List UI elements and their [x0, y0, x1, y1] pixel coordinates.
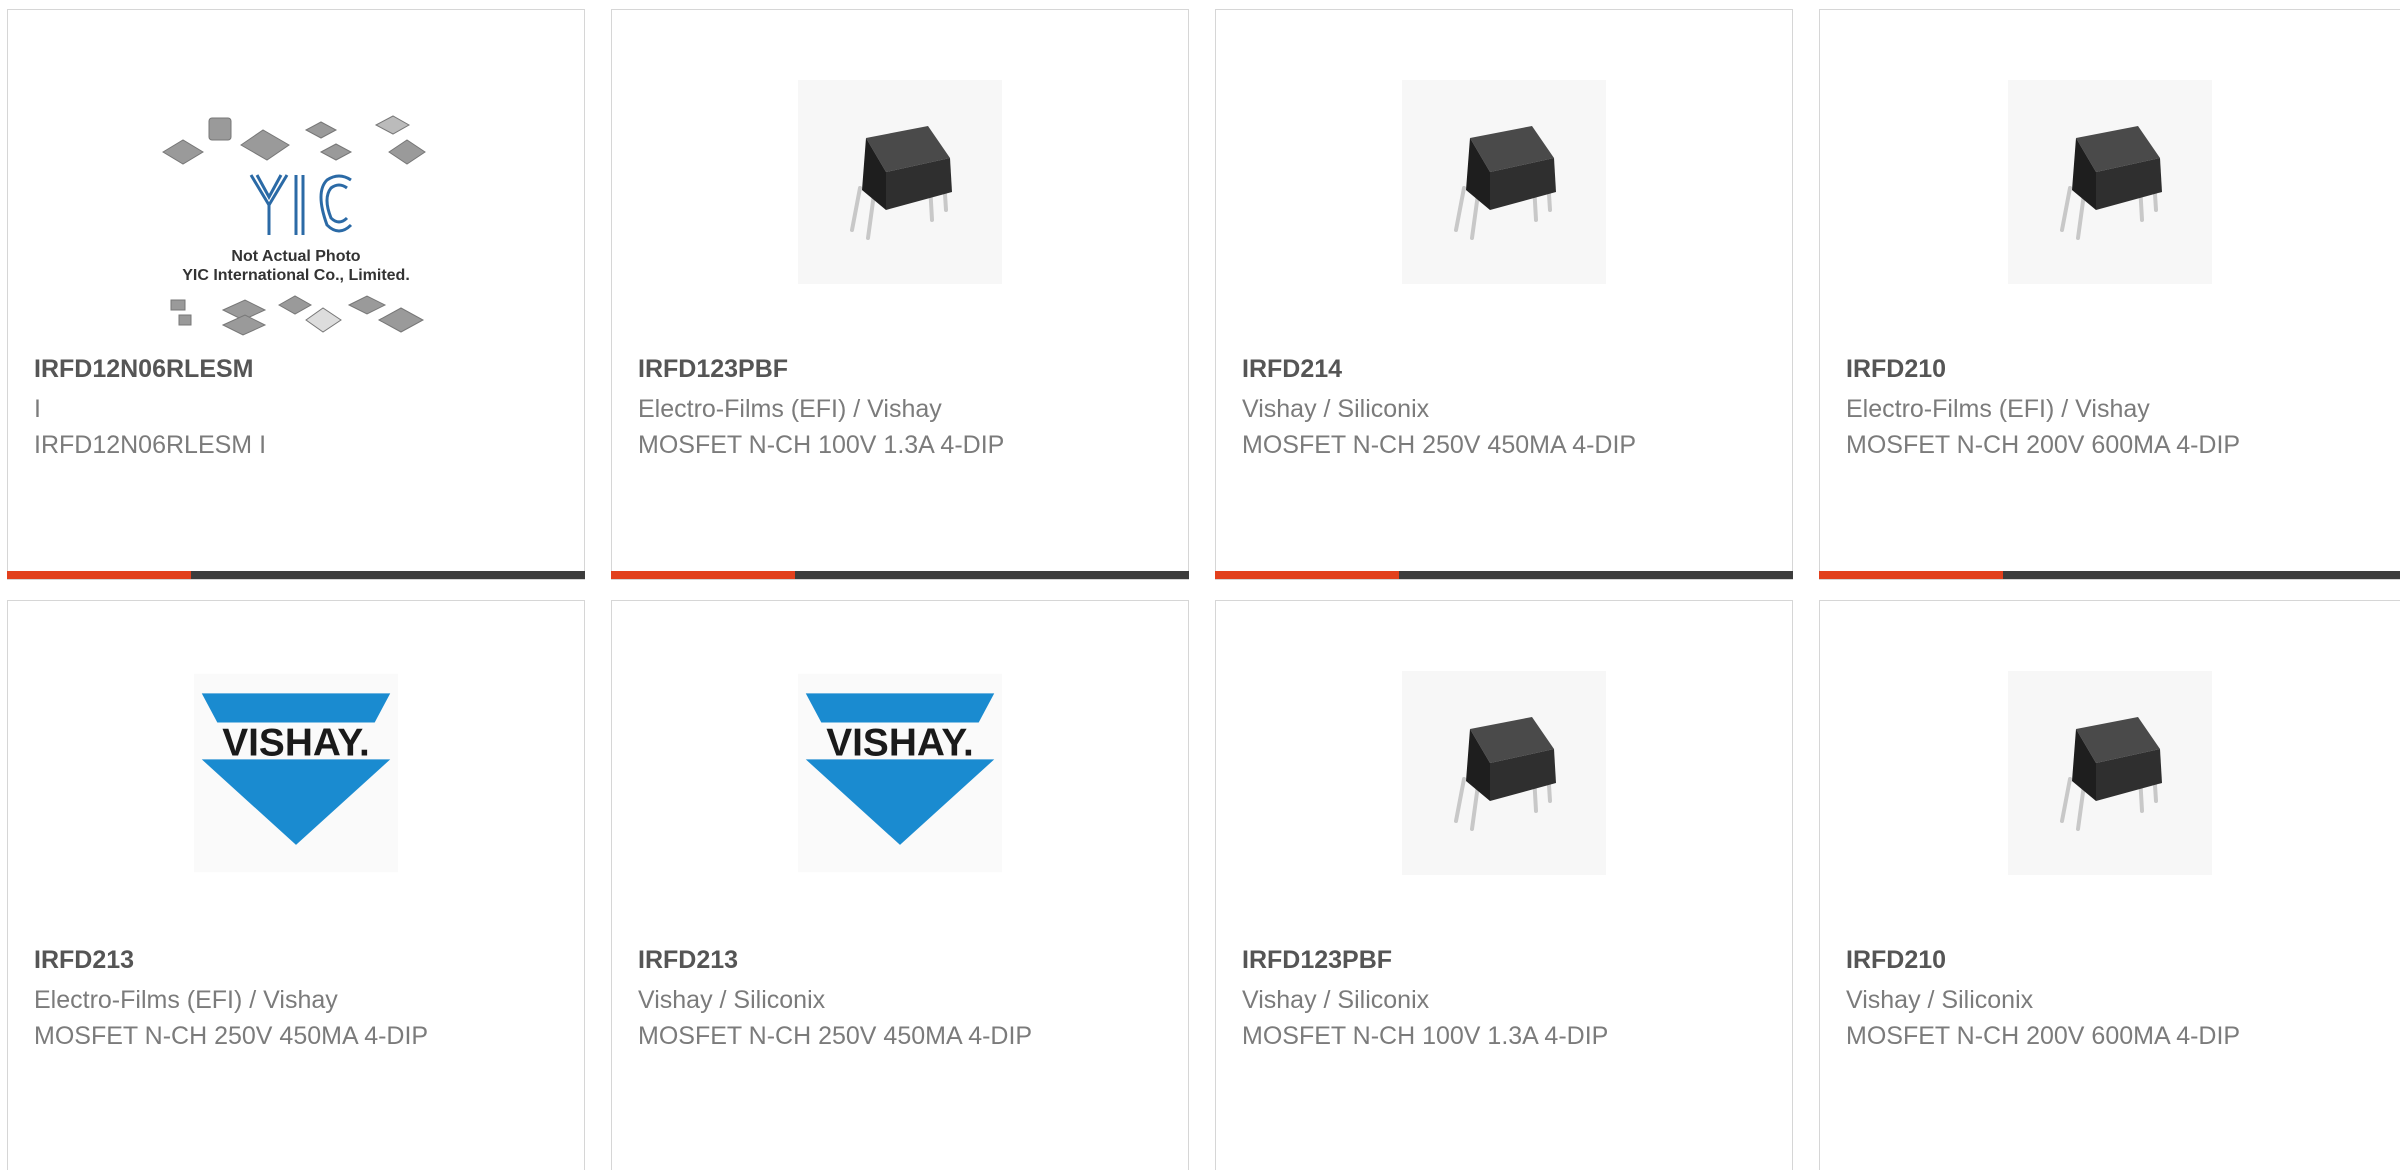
- product-card[interactable]: IRFD210 Electro-Films (EFI) / Vishay MOS…: [1819, 9, 2400, 580]
- product-card[interactable]: VISHAY. IRFD213 Vishay / Siliconix MOSFE…: [611, 600, 1189, 1170]
- description: MOSFET N-CH 200V 600MA 4-DIP: [1846, 431, 2241, 459]
- part-number[interactable]: IRFD214: [1242, 355, 1342, 384]
- product-image[interactable]: [1402, 80, 1606, 284]
- description: IRFD12N06RLESM I: [34, 431, 267, 459]
- manufacturer: Electro-Films (EFI) / Vishay: [34, 986, 338, 1014]
- product-image[interactable]: Not Actual Photo YIC International Co., …: [151, 100, 441, 350]
- dip-package-icon: [1402, 80, 1606, 284]
- product-card[interactable]: VISHAY. IRFD213 Electro-Films (EFI) / Vi…: [7, 600, 585, 1170]
- svg-text:Not Actual Photo: Not Actual Photo: [231, 248, 360, 265]
- card-bar: [7, 571, 585, 579]
- svg-text:YIC International Co., Limited: YIC International Co., Limited.: [182, 267, 410, 284]
- description: MOSFET N-CH 250V 450MA 4-DIP: [1242, 431, 1637, 459]
- card-bar-accent: [611, 571, 795, 579]
- manufacturer: Electro-Films (EFI) / Vishay: [638, 395, 942, 423]
- product-image[interactable]: [2008, 671, 2212, 875]
- product-image[interactable]: [798, 80, 1002, 284]
- dip-package-icon: [798, 80, 1002, 284]
- not-actual-photo-icon: Not Actual Photo YIC International Co., …: [162, 115, 426, 336]
- dip-package-icon: [1402, 671, 1606, 875]
- card-bar: [611, 571, 1189, 579]
- part-number[interactable]: IRFD210: [1846, 946, 1946, 975]
- svg-text:VISHAY.: VISHAY.: [826, 722, 974, 765]
- product-card[interactable]: IRFD214 Vishay / Siliconix MOSFET N-CH 2…: [1215, 9, 1793, 580]
- dip-package-icon: [2008, 80, 2212, 284]
- manufacturer: I: [34, 395, 41, 423]
- svg-text:VISHAY.: VISHAY.: [222, 722, 370, 765]
- manufacturer: Vishay / Siliconix: [638, 986, 826, 1014]
- part-number[interactable]: IRFD123PBF: [638, 355, 788, 384]
- part-number[interactable]: IRFD213: [638, 946, 738, 975]
- product-card[interactable]: Not Actual Photo YIC International Co., …: [7, 9, 585, 580]
- dip-package-icon: [2008, 671, 2212, 875]
- product-card[interactable]: IRFD210 Vishay / Siliconix MOSFET N-CH 2…: [1819, 600, 2400, 1170]
- description: MOSFET N-CH 100V 1.3A 4-DIP: [638, 431, 1005, 459]
- manufacturer: Vishay / Siliconix: [1242, 986, 1430, 1014]
- product-image[interactable]: VISHAY.: [194, 671, 398, 875]
- card-bar-accent: [1819, 571, 2003, 579]
- manufacturer: Vishay / Siliconix: [1242, 395, 1430, 423]
- manufacturer: Vishay / Siliconix: [1846, 986, 2034, 1014]
- description: MOSFET N-CH 100V 1.3A 4-DIP: [1242, 1022, 1609, 1050]
- product-card[interactable]: IRFD123PBF Vishay / Siliconix MOSFET N-C…: [1215, 600, 1793, 1170]
- product-image[interactable]: [1402, 671, 1606, 875]
- description: MOSFET N-CH 250V 450MA 4-DIP: [34, 1022, 429, 1050]
- product-image[interactable]: [2008, 80, 2212, 284]
- description: MOSFET N-CH 200V 600MA 4-DIP: [1846, 1022, 2241, 1050]
- product-image[interactable]: VISHAY.: [798, 671, 1002, 875]
- part-number[interactable]: IRFD123PBF: [1242, 946, 1392, 975]
- card-bar-accent: [7, 571, 191, 579]
- part-number[interactable]: IRFD12N06RLESM: [34, 355, 254, 384]
- vishay-logo-icon: VISHAY.: [798, 673, 1002, 873]
- description: MOSFET N-CH 250V 450MA 4-DIP: [638, 1022, 1033, 1050]
- product-card[interactable]: IRFD123PBF Electro-Films (EFI) / Vishay …: [611, 9, 1189, 580]
- manufacturer: Electro-Films (EFI) / Vishay: [1846, 395, 2150, 423]
- card-bar: [1215, 571, 1793, 579]
- part-number[interactable]: IRFD213: [34, 946, 134, 975]
- part-number[interactable]: IRFD210: [1846, 355, 1946, 384]
- vishay-logo-icon: VISHAY.: [194, 673, 398, 873]
- card-bar: [1819, 571, 2400, 579]
- card-bar-accent: [1215, 571, 1399, 579]
